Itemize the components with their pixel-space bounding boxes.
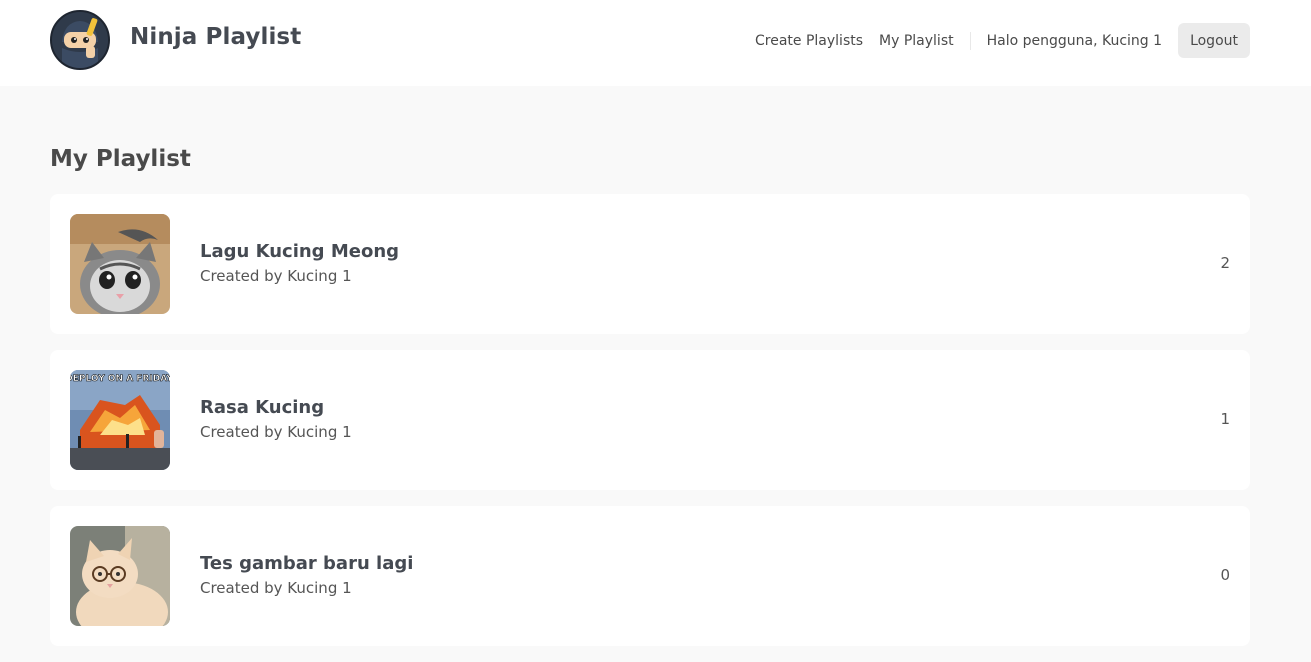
navbar: Ninja Playlist Create Playlists My Playl…	[0, 0, 1311, 86]
playlist-creator: Created by Kucing 1	[200, 423, 352, 441]
deploy-on-friday-meme-thumbnail: DEPLOY ON A FRIDAY.	[70, 370, 170, 470]
playlist-card[interactable]: Tes gambar baru lagi Created by Kucing 1…	[50, 506, 1250, 646]
page-title: My Playlist	[50, 146, 191, 172]
cat-photo-thumbnail	[70, 214, 170, 314]
playlist-song-count: 2	[1220, 254, 1230, 272]
playlist-list: Lagu Kucing Meong Created by Kucing 1 2 …	[50, 194, 1250, 662]
playlist-title[interactable]: Tes gambar baru lagi	[200, 553, 413, 574]
meme-caption: DEPLOY ON A FRIDAY.	[70, 374, 170, 384]
playlist-title[interactable]: Rasa Kucing	[200, 397, 324, 418]
playlist-card[interactable]: DEPLOY ON A FRIDAY. Rasa Kucing Created …	[50, 350, 1250, 490]
user-greeting: Halo pengguna, Kucing 1	[986, 32, 1163, 49]
brand-name[interactable]: Ninja Playlist	[130, 24, 301, 50]
nav-create-playlists-link[interactable]: Create Playlists	[747, 33, 871, 49]
cat-with-glasses-thumbnail	[70, 526, 170, 626]
nav-divider	[969, 31, 971, 50]
nav-menu: Create Playlists My Playlist Halo penggu…	[747, 23, 1250, 58]
playlist-song-count: 0	[1220, 566, 1230, 584]
playlist-title[interactable]: Lagu Kucing Meong	[200, 241, 399, 262]
playlist-creator: Created by Kucing 1	[200, 579, 352, 597]
logout-button[interactable]: Logout	[1178, 23, 1250, 58]
ninja-mascot-icon[interactable]	[50, 10, 110, 70]
playlist-song-count: 1	[1220, 410, 1230, 428]
nav-my-playlist-link[interactable]: My Playlist	[871, 33, 962, 49]
playlist-card[interactable]: Lagu Kucing Meong Created by Kucing 1 2	[50, 194, 1250, 334]
playlist-creator: Created by Kucing 1	[200, 267, 352, 285]
